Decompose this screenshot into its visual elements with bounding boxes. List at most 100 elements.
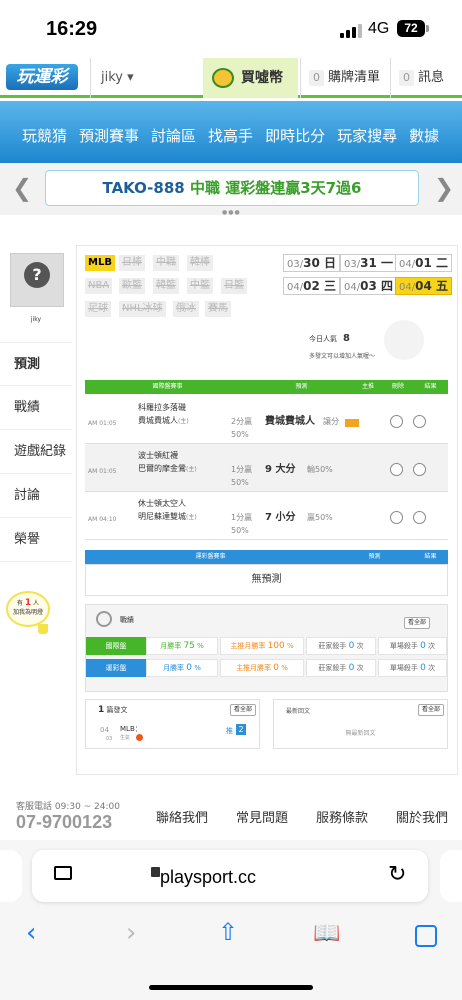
reload-icon[interactable]: ↻ bbox=[388, 862, 406, 887]
delete-radio[interactable] bbox=[413, 415, 426, 428]
line-percent: 50% bbox=[231, 526, 249, 535]
stats-main-rate: 主推月勝率 100 % bbox=[220, 637, 304, 655]
home-mark: (主) bbox=[178, 418, 189, 425]
promo-banner[interactable]: TAKO-888 中職 運彩盤連贏3天7過6 bbox=[45, 170, 419, 206]
intl-header-pick: 預測 bbox=[250, 380, 353, 394]
service-phone[interactable]: 07-9700123 bbox=[16, 812, 112, 833]
stats-main-rate: 主推月勝率 0 % bbox=[220, 659, 304, 677]
nav-item-experts[interactable]: 找高手 bbox=[208, 125, 253, 146]
date-0401[interactable]: 04/01 二 bbox=[395, 254, 452, 272]
league-sbl[interactable]: 中籃 bbox=[187, 278, 213, 294]
footer-link-contact[interactable]: 聯絡我們 bbox=[156, 807, 208, 826]
nav-item-player-search[interactable]: 玩家搜尋 bbox=[337, 125, 397, 146]
nav-item-forum[interactable]: 討論區 bbox=[151, 125, 196, 146]
chevron-right-icon[interactable]: ❯ bbox=[434, 174, 454, 202]
message-count: 0 bbox=[399, 70, 414, 86]
purchase-list-button[interactable]: 0 購牌清單 bbox=[300, 58, 390, 98]
team-away: 波士頓紅襪 bbox=[138, 451, 178, 460]
site-logo[interactable]: 玩運彩 bbox=[6, 64, 78, 90]
league-nhl[interactable]: NHL冰球 bbox=[119, 301, 166, 317]
league-kbl[interactable]: 韓籃 bbox=[153, 278, 179, 294]
bookmarks-icon[interactable]: 📖 bbox=[313, 921, 340, 946]
lightbulb-follow-button[interactable]: 有 1 人 加我為明燈 bbox=[6, 591, 50, 627]
nav-item-predict[interactable]: 預測賽事 bbox=[79, 125, 139, 146]
date-0402[interactable]: 04/02 三 bbox=[283, 277, 340, 295]
share-icon[interactable]: ⇧ bbox=[218, 918, 238, 946]
footer-link-terms[interactable]: 服務條款 bbox=[316, 807, 368, 826]
game-time: AM 04:10 bbox=[88, 516, 117, 523]
delete-radio[interactable] bbox=[413, 511, 426, 524]
league-horse[interactable]: 賽馬 bbox=[205, 301, 231, 317]
date-0330[interactable]: 03/30 日 bbox=[283, 254, 340, 272]
network-type: 4G bbox=[368, 20, 390, 37]
league-mlb[interactable]: MLB bbox=[85, 255, 115, 271]
date-0404[interactable]: 04/04 五 bbox=[395, 277, 452, 295]
date-day: 01 二 bbox=[415, 256, 448, 270]
question-icon: ? bbox=[24, 262, 50, 288]
back-icon[interactable]: ‹ bbox=[26, 918, 36, 948]
popularity: 今日人氣 8 bbox=[309, 333, 350, 344]
follower-count: 1 bbox=[24, 598, 32, 608]
reader-icon[interactable] bbox=[54, 866, 72, 880]
replies-view-all-button[interactable]: 看全部 bbox=[418, 704, 445, 716]
team-home-name: 巴爾的摩金鶯 bbox=[138, 464, 186, 473]
date-day: 04 五 bbox=[415, 279, 448, 293]
angry-icon bbox=[136, 734, 143, 741]
pick-value: 7 小分 bbox=[265, 512, 296, 523]
team-home: 費城費城人(主) bbox=[138, 415, 189, 428]
posts-label: 篇發文 bbox=[106, 706, 128, 714]
delete-radio[interactable] bbox=[413, 463, 426, 476]
team-home: 巴爾的摩金鶯(主) bbox=[138, 463, 197, 476]
league-khl[interactable]: 俄冰 bbox=[173, 301, 199, 317]
tab-record[interactable]: 戰績 bbox=[0, 386, 72, 430]
league-bleague[interactable]: 日籃 bbox=[221, 278, 247, 294]
chevron-left-icon[interactable]: ❮ bbox=[12, 174, 32, 202]
league-kbo[interactable]: 韓棒 bbox=[187, 255, 213, 271]
stat-label: 莊家殺手 bbox=[318, 642, 347, 650]
posts-view-all-button[interactable]: 看全部 bbox=[230, 704, 257, 716]
stats-title: 戰績 bbox=[120, 616, 134, 624]
post-league[interactable]: MLB： bbox=[120, 724, 142, 734]
date-0331[interactable]: 03/31 一 bbox=[340, 254, 397, 272]
stat-value: 75 bbox=[183, 641, 195, 651]
nav-item-livescore[interactable]: 即時比分 bbox=[265, 125, 325, 146]
banner-text: 運彩盤連贏3天7過6 bbox=[225, 179, 362, 197]
banner-league: 中職 bbox=[189, 179, 220, 197]
badge-icon bbox=[345, 419, 359, 427]
team-home-name: 明尼蘇達雙城 bbox=[138, 512, 186, 521]
league-npb[interactable]: 日棒 bbox=[119, 255, 145, 271]
tab-peek-right[interactable] bbox=[440, 850, 462, 902]
line-percent: 50% bbox=[231, 430, 249, 439]
tabs-icon[interactable] bbox=[415, 925, 437, 947]
stats-view-all-button[interactable]: 看全部 bbox=[404, 617, 431, 629]
stat-unit: % bbox=[287, 642, 294, 650]
nav-item-guess[interactable]: 玩競猜 bbox=[22, 125, 67, 146]
tab-game-log[interactable]: 遊戲紀錄 bbox=[0, 430, 72, 474]
table-row: AM 04:10 休士頓太空人 明尼蘇達雙城(主) 1分贏 50% 7 小分 贏… bbox=[85, 492, 448, 540]
tab-predict[interactable]: 預測 bbox=[0, 342, 72, 386]
user-menu[interactable]: jiky ▾ bbox=[90, 58, 148, 98]
footer-link-faq[interactable]: 常見問題 bbox=[236, 807, 288, 826]
intl-header-delete: 刪除 bbox=[383, 380, 413, 394]
messages-button[interactable]: 0 訊息 bbox=[390, 58, 462, 98]
tab-discussion[interactable]: 討論 bbox=[0, 474, 72, 518]
league-euro-basket[interactable]: 歐籃 bbox=[119, 278, 145, 294]
pick-value: 9 大分 bbox=[265, 464, 296, 475]
footer-link-about[interactable]: 關於我們 bbox=[396, 807, 448, 826]
league-cpbl[interactable]: 中職 bbox=[153, 255, 179, 271]
signal-icon bbox=[340, 24, 362, 38]
stat-unit: 次 bbox=[428, 664, 436, 672]
main-pick-radio[interactable] bbox=[390, 415, 403, 428]
post-reply-label: 推 bbox=[226, 727, 233, 735]
league-nba[interactable]: NBA bbox=[85, 278, 113, 294]
date-0403[interactable]: 04/03 四 bbox=[340, 277, 397, 295]
main-pick-radio[interactable] bbox=[390, 511, 403, 524]
league-soccer[interactable]: 足球 bbox=[85, 301, 111, 317]
nav-item-data[interactable]: 數據 bbox=[409, 125, 439, 146]
stat-label: 月勝率 bbox=[160, 642, 182, 650]
tab-honor[interactable]: 榮譽 bbox=[0, 518, 72, 562]
main-pick-radio[interactable] bbox=[390, 463, 403, 476]
tab-peek-left[interactable] bbox=[0, 850, 22, 902]
intl-header-result: 結果 bbox=[413, 380, 448, 394]
forward-icon[interactable]: › bbox=[126, 918, 136, 948]
